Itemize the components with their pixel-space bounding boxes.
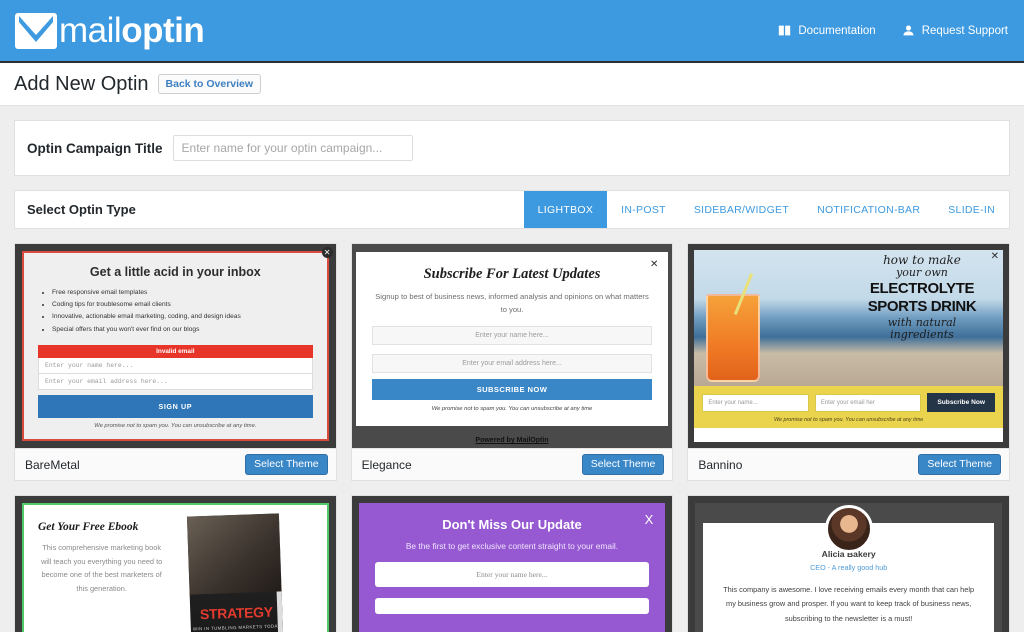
juice-glass-graphic — [706, 294, 761, 382]
close-icon[interactable]: X — [645, 513, 654, 526]
theme-card-baremetal[interactable]: Get a little acid in your inbox Free res… — [14, 243, 337, 481]
bannino-line2: your own — [896, 266, 948, 280]
elegance-name-input[interactable]: Enter your name here... — [371, 325, 653, 345]
baremetal-bullets: Free responsive email templates Coding t… — [52, 287, 313, 336]
tab-sidebar-widget[interactable]: SIDEBAR/WIDGET — [680, 191, 803, 228]
theme-card-ebook[interactable]: Get Your Free Ebook This comprehensive m… — [14, 495, 337, 632]
list-item: Free responsive email templates — [52, 287, 313, 299]
close-icon[interactable]: ✕ — [650, 260, 658, 270]
theme-preview-purple: Don't Miss Our Update Be the first to ge… — [351, 496, 673, 632]
back-to-overview-button[interactable]: Back to Overview — [157, 73, 262, 95]
close-icon[interactable]: ✕ — [991, 252, 999, 262]
bannino-subscribe-button[interactable]: Subscribe Now — [927, 393, 995, 412]
optin-type-panel: Select Optin Type LIGHTBOX IN-POST SIDEB… — [14, 190, 1010, 229]
theme-preview-testimonial: Alicia Bakery CEO - A really good hub Th… — [688, 496, 1009, 632]
baremetal-fineprint: We promise not to spam you. You can unsu… — [94, 422, 257, 429]
tab-slide-in[interactable]: SLIDE-IN — [934, 191, 1009, 228]
optin-type-tabs: LIGHTBOX IN-POST SIDEBAR/WIDGET NOTIFICA… — [523, 191, 1009, 228]
campaign-title-panel: Optin Campaign Title — [14, 120, 1010, 176]
tab-in-post[interactable]: IN-POST — [607, 191, 680, 228]
purple-subheading: Be the first to get exclusive content st… — [405, 541, 619, 551]
theme-preview-baremetal: Get a little acid in your inbox Free res… — [15, 244, 336, 448]
theme-card-testimonial[interactable]: Alicia Bakery CEO - A really good hub Th… — [687, 495, 1010, 632]
bannino-line6: ingredients — [890, 327, 954, 341]
brand-wordmark: mailoptin — [59, 10, 205, 50]
baremetal-error-banner: Invalid email — [38, 344, 313, 358]
elegance-subheading: Signup to best of business news, informe… — [375, 292, 649, 315]
mailoptin-logo[interactable]: mailoptin — [14, 10, 205, 51]
select-theme-button-elegance[interactable]: Select Theme — [581, 454, 665, 475]
page-title: Add New Optin — [14, 72, 149, 95]
bannino-hero-image: how to make your own ELECTROLYTE SPORTS … — [694, 250, 1003, 386]
theme-name-bannino: Bannino — [698, 457, 743, 472]
elegance-email-input[interactable]: Enter your email address here... — [371, 353, 653, 373]
envelope-check-icon — [15, 12, 57, 49]
nav-documentation-label: Documentation — [798, 24, 876, 37]
close-icon[interactable]: ✕ — [321, 247, 333, 258]
bannino-fineprint: We promise not to spam you. You can unsu… — [773, 417, 924, 423]
purple-name-input[interactable]: Enter your name here... — [374, 562, 650, 587]
baremetal-name-input[interactable]: Enter your name here... — [38, 357, 313, 374]
ebook-body: This comprehensive marketing book will t… — [41, 543, 163, 594]
purple-email-input[interactable] — [374, 598, 650, 614]
user-support-icon — [903, 25, 914, 36]
header-nav: Documentation Request Support — [778, 24, 1008, 37]
list-item: Special offers that you won't ever find … — [52, 324, 313, 336]
bannino-line4: SPORTS DRINK — [867, 298, 977, 316]
elegance-fineprint: We promise not to spam you. You can unsu… — [431, 405, 593, 412]
tab-notification-bar[interactable]: NOTIFICATION-BAR — [803, 191, 934, 228]
baremetal-email-input[interactable]: Enter your email address here... — [38, 373, 313, 390]
elegance-heading: Subscribe For Latest Updates — [423, 266, 601, 282]
theme-name-elegance: Elegance — [361, 457, 412, 472]
ebook-book-subtitle: WIN IN TUMBLING MARKETS TODAY — [193, 623, 282, 632]
avatar — [824, 505, 873, 553]
baremetal-signup-button[interactable]: SIGN UP — [38, 394, 313, 418]
theme-preview-ebook: Get Your Free Ebook This comprehensive m… — [15, 496, 336, 632]
bannino-line3: ELECTROLYTE — [869, 280, 975, 298]
theme-preview-bannino: how to make your own ELECTROLYTE SPORTS … — [688, 244, 1009, 448]
theme-card-elegance[interactable]: Subscribe For Latest Updates Signup to b… — [350, 243, 674, 481]
ebook-heading: Get Your Free Ebook — [38, 521, 139, 533]
bannino-email-input[interactable]: Enter your email her — [814, 393, 922, 412]
ebook-cover-graphic: STRATEGY WIN IN TUMBLING MARKETS TODAY — [187, 513, 284, 632]
theme-grid: Get a little acid in your inbox Free res… — [14, 243, 1010, 632]
nav-documentation[interactable]: Documentation — [778, 24, 876, 37]
testimonial-quote: This company is awesome. I love receivin… — [723, 585, 975, 623]
app-header: mailoptin Documentation Request Support — [0, 0, 1024, 63]
book-icon — [779, 25, 791, 36]
nav-request-support[interactable]: Request Support — [902, 24, 1008, 37]
theme-preview-elegance: Subscribe For Latest Updates Signup to b… — [351, 244, 673, 448]
baremetal-heading: Get a little acid in your inbox — [89, 265, 261, 279]
optin-type-label: Select Optin Type — [27, 202, 136, 217]
campaign-title-input[interactable] — [172, 135, 413, 161]
theme-name-baremetal: BareMetal — [25, 457, 80, 472]
campaign-title-label: Optin Campaign Title — [27, 140, 163, 156]
page-content: Optin Campaign Title Select Optin Type L… — [0, 106, 1024, 632]
purple-heading: Don't Miss Our Update — [442, 517, 582, 532]
theme-card-bannino[interactable]: how to make your own ELECTROLYTE SPORTS … — [687, 243, 1010, 481]
bannino-name-input[interactable]: Enter your name... — [702, 393, 809, 412]
theme-card-purple[interactable]: Don't Miss Our Update Be the first to ge… — [350, 495, 674, 632]
list-item: Innovative, actionable email marketing, … — [52, 311, 313, 323]
elegance-subscribe-button[interactable]: SUBSCRIBE NOW — [371, 378, 653, 400]
select-theme-button-bannino[interactable]: Select Theme — [918, 454, 1001, 475]
page-titlebar: Add New Optin Back to Overview — [0, 63, 1024, 106]
elegance-powered-by[interactable]: Powered by MailOptin — [352, 437, 673, 444]
nav-request-support-label: Request Support — [921, 24, 1008, 37]
list-item: Coding tips for troublesome email client… — [52, 299, 313, 311]
testimonial-role: CEO - A really good hub — [810, 563, 888, 572]
tab-lightbox[interactable]: LIGHTBOX — [523, 191, 608, 228]
ebook-book-title: STRATEGY — [199, 603, 274, 623]
select-theme-button-baremetal[interactable]: Select Theme — [245, 454, 328, 475]
